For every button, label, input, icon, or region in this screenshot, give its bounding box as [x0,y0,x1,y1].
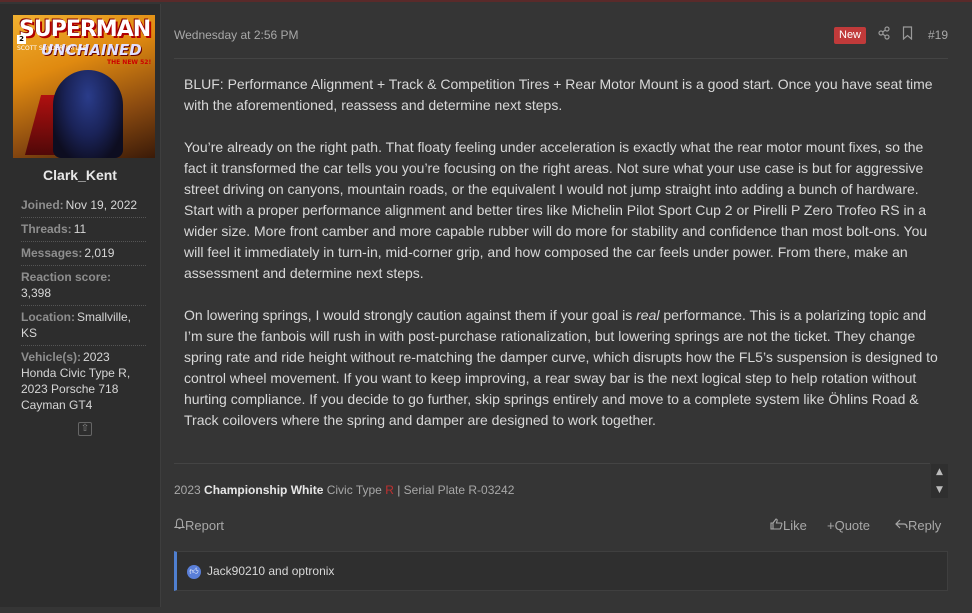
chevron-down-icon[interactable]: ▼ [931,482,948,498]
thumbs-up-icon [770,518,783,530]
quote-button[interactable]: +Quote [827,518,870,533]
stat-location: Location: Smallville, KS [21,306,146,346]
paragraph-3: On lowering springs, I would strongly ca… [184,307,938,428]
signature-scrollbar[interactable]: ▲ ▼ [931,464,948,498]
post: SUPERMAN UNCHAINED THE NEW 52! 2 SCOTT S… [0,0,972,613]
user-stats: Joined: Nov 19, 2022 Threads: 11 Messages:… [21,194,146,417]
stat-threads: Threads: 11 [21,218,146,242]
avatar[interactable]: SUPERMAN UNCHAINED THE NEW 52! 2 SCOTT S… [13,15,155,158]
header-divider [174,58,948,59]
arrow-up-icon[interactable]: ⇧ [78,422,92,436]
new-badge: New [834,27,867,44]
post-actions: Report Like +Quote Reply [173,518,948,536]
paragraph-2: You’re already on the right path. That f… [184,139,928,281]
username[interactable]: Clark_Kent [0,167,160,183]
thumbs-up-icon: 👍︎ [187,565,201,579]
avatar-art-figure [53,70,123,158]
stat-reaction-score: Reaction score: 3,398 [21,266,146,306]
bell-icon [173,518,186,530]
paragraph-1: BLUF: Performance Alignment + Track & Co… [184,76,933,113]
stat-joined: Joined: Nov 19, 2022 [21,194,146,218]
like-button[interactable]: Like [770,518,807,533]
chevron-up-icon[interactable]: ▲ [931,464,948,480]
reply-button[interactable]: Reply [895,518,941,533]
avatar-issue: 2 [17,35,26,44]
avatar-title: SUPERMAN [19,17,151,42]
reactions-list[interactable]: Jack90210 and optronix [207,564,334,578]
avatar-credits: SCOTT SNYDER JIM LEE [17,45,87,52]
avatar-tag: THE NEW 52! [107,59,152,66]
post-date[interactable]: Wednesday at 2:56 PM [174,28,299,42]
reply-icon [895,519,908,529]
stat-messages: Messages: 2,019 [21,242,146,266]
share-icon[interactable] [878,26,890,43]
signature-divider [174,463,930,464]
stat-vehicles: Vehicle(s): 2023 Honda Civic Type R, 2023… [21,350,131,412]
post-header: Wednesday at 2:56 PM New #19 [174,26,948,46]
report-button[interactable]: Report [173,518,224,533]
post-number[interactable]: #19 [928,28,948,42]
user-panel: SUPERMAN UNCHAINED THE NEW 52! 2 SCOTT S… [0,4,161,607]
reactions-bar: 👍︎ Jack90210 and optronix [174,551,948,591]
bookmark-icon[interactable] [902,26,913,43]
post-body: BLUF: Performance Alignment + Track & Co… [184,74,944,431]
signature: 2023 Championship White Civic Type R | S… [174,483,515,497]
